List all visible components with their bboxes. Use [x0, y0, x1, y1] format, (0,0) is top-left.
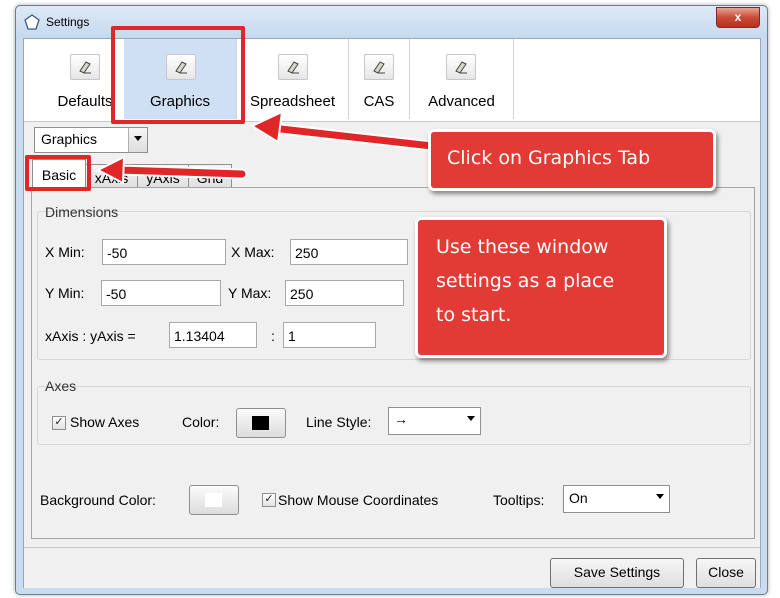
background-color-button[interactable]	[189, 485, 239, 515]
background-color-label: Background Color:	[40, 492, 156, 508]
button-bar: Save Settings Close	[24, 547, 760, 588]
xmin-input[interactable]: -50	[102, 239, 226, 265]
tab-label: Advanced	[428, 93, 495, 110]
callout-line-1: Use these window	[436, 236, 609, 258]
chevron-down-icon	[462, 408, 480, 434]
ratio-y-input[interactable]: 1	[283, 322, 376, 348]
tab-cas[interactable]: CAS	[349, 39, 409, 119]
show-mouse-coordinates-label: Show Mouse Coordinates	[278, 492, 439, 508]
close-button[interactable]: Close	[696, 558, 756, 588]
background-color-swatch	[205, 493, 222, 507]
chevron-down-icon	[651, 486, 669, 512]
subtab-label: yAxis	[146, 170, 180, 186]
tooltips-select[interactable]: On	[563, 485, 670, 513]
show-axes-checkbox[interactable]: ✓	[52, 416, 66, 430]
chevron-down-icon	[128, 128, 147, 152]
eraser-icon	[446, 54, 476, 80]
ymax-label: Y Max:	[228, 285, 272, 301]
axes-title: Axes	[45, 378, 77, 394]
eraser-icon	[70, 54, 100, 80]
tooltips-value: On	[569, 490, 588, 506]
line-style-label: Line Style:	[306, 414, 372, 430]
window-settings-callout: Use these window settings as a place to …	[415, 217, 667, 358]
callout-line-3: to start.	[436, 304, 512, 326]
subtab-label: Grid	[196, 170, 224, 186]
window-title: Settings	[46, 15, 90, 29]
ratio-separator: :	[271, 328, 275, 344]
tab-label: CAS	[363, 93, 395, 110]
xmax-input[interactable]: 250	[290, 239, 408, 265]
dimensions-title: Dimensions	[45, 204, 119, 220]
window-close-button[interactable]: x	[716, 7, 760, 28]
tooltips-label: Tooltips:	[493, 492, 545, 508]
show-mouse-coordinates-checkbox[interactable]: ✓	[262, 493, 276, 507]
ratio-label: xAxis : yAxis =	[45, 328, 136, 344]
tab-label: Spreadsheet	[249, 93, 336, 110]
callout-text: Click on Graphics Tab	[447, 147, 651, 169]
xmin-label: X Min:	[45, 244, 85, 260]
line-style-select[interactable]: →	[388, 407, 481, 435]
view-select[interactable]: Graphics	[34, 127, 148, 153]
tab-advanced[interactable]: Advanced	[410, 39, 513, 119]
tab-spreadsheet[interactable]: Spreadsheet	[237, 39, 348, 119]
graphics-tab-highlight	[111, 26, 245, 124]
eraser-icon	[278, 54, 308, 80]
axes-color-swatch	[252, 416, 269, 430]
settings-icon	[24, 14, 40, 30]
ymax-input[interactable]: 250	[285, 280, 404, 306]
ratio-x-input[interactable]: 1.13404	[169, 322, 257, 348]
tab-divider	[513, 39, 514, 119]
show-axes-label: Show Axes	[70, 414, 140, 430]
ymin-input[interactable]: -50	[101, 280, 221, 306]
callout-line-2: settings as a place	[436, 270, 615, 292]
axes-color-button[interactable]	[236, 408, 286, 438]
view-select-value: Graphics	[41, 131, 98, 147]
save-settings-button[interactable]: Save Settings	[550, 558, 684, 588]
line-style-value: →	[394, 411, 408, 427]
basic-tab-highlight	[25, 155, 91, 191]
eraser-icon	[364, 54, 394, 80]
axes-color-label: Color:	[182, 414, 220, 430]
ymin-label: Y Min:	[45, 285, 85, 301]
xmax-label: X Max:	[231, 244, 275, 260]
graphics-tab-callout: Click on Graphics Tab	[428, 129, 716, 191]
subtab-label: xAxis	[94, 170, 129, 186]
